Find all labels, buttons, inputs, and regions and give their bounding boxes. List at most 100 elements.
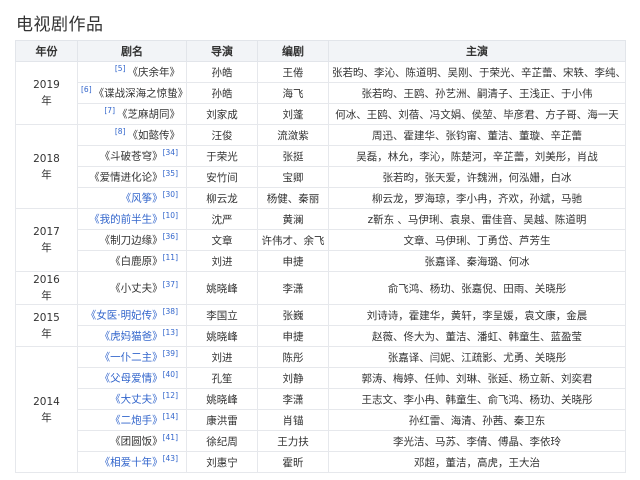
cast-cell: 张若昀，张天爱，许魏洲，何泓姗，白冰 [328,166,626,188]
table-row: 《风筝》[30] 柳云龙 杨健、秦丽 柳云龙，罗海琼，李小冉，齐欢，孙斌，马驰 [16,187,626,209]
header-director: 导演 [186,40,258,62]
table-row: [6] 《谍战深海之惊蛰》 孙皓 海飞 张若昀、王鸥、孙艺洲、嗣清子、王浅正、于小伟 [16,82,626,104]
writer-cell: 黄澜 [257,208,329,230]
year-cell: 2019 年 [15,61,78,125]
writer-cell: 杨健、秦丽 [257,187,329,209]
table-header-row: 年份 剧名 导演 编剧 主演 [15,40,626,62]
drama-title-link[interactable]: 《我的前半生》 [89,214,163,226]
writer-cell: 陈彤 [257,346,329,368]
reference-link[interactable]: [37] [163,280,178,289]
header-year: 年份 [15,40,78,62]
table-row: 《斗破苍穹》[34] 于荣光 张挺 吴磊，林允，李沁，陈楚河，辛芷蕾，刘美彤，肖战 [16,145,626,167]
drama-cell: 《斗破苍穹》[34] [77,145,187,167]
year-value: 2019 [33,79,60,91]
director-cell: 刘进 [186,346,258,368]
reference-link[interactable]: [13] [163,328,178,337]
table-row: 《白鹿原》[11] 刘进 申捷 张嘉译、秦海璐、何冰 [16,250,626,272]
reference-link[interactable]: [30] [163,190,178,199]
drama-cell: 《女医·明妃传》[38] [77,304,187,326]
writer-cell: 张巍 [257,304,329,326]
table-row: 《制刀边缘》[36] 文章 许伟才、余飞 文章、马伊琍、丁勇岱、芦芳生 [16,229,626,251]
director-cell: 刘进 [186,250,258,272]
reference-link[interactable]: [7] [104,106,115,115]
drama-title-link[interactable]: 《风筝》 [121,193,163,205]
reference-link[interactable]: [5] [115,64,126,73]
writer-cell: 许伟才、余飞 [257,229,329,251]
table-row: 《二炮手》[14] 康洪雷 肖锚 孙红雷、海清、孙茜、秦卫东 [16,409,626,431]
reference-link[interactable]: [34] [163,148,178,157]
cast-cell: 张若昀、李沁、陈道明、吴刚、于荣光、辛芷蕾、宋轶、李纯、肖战 [328,61,626,83]
drama-cell: [7] 《芝麻胡同》 [77,103,187,125]
reference-link[interactable]: [38] [163,307,178,316]
writer-cell: 海飞 [257,82,329,104]
reference-link[interactable]: [6] [81,85,92,94]
drama-title-link[interactable]: 《二炮手》 [110,415,163,427]
writer-cell: 刘静 [257,367,329,389]
cast-cell: 张若昀、王鸥、孙艺洲、嗣清子、王浅正、于小伟 [328,82,626,104]
drama-title: 《爱情进化论》 [89,171,163,184]
table-row: 《相爱十年》[43] 刘惠宁 霍昕 邓超，董洁，高虎，王大治 [16,451,626,473]
drama-cell: 《制刀边缘》[36] [77,229,187,251]
writer-cell: 李潇 [257,271,329,305]
table-row: 2016 年《小丈夫》[37] 姚晓峰 李潇 俞飞鸿、杨玏、张嘉倪、田雨、关晓彤 [15,271,626,305]
year-cell: 2018 年 [15,124,78,209]
drama-title: 《白鹿原》 [110,255,163,268]
drama-cell: 《风筝》[30] [77,187,187,209]
drama-title: 《如懿传》 [127,129,181,142]
year-suffix: 年 [41,168,52,181]
drama-cell: 《我的前半生》[10] [77,208,187,230]
reference-link[interactable]: [40] [163,370,178,379]
drama-title: 《斗破苍穹》 [99,150,163,163]
reference-link[interactable]: [11] [163,253,178,262]
reference-link[interactable]: [41] [163,433,178,442]
director-cell: 孙皓 [186,61,258,83]
reference-link[interactable]: [36] [163,232,178,241]
cast-cell: 王志文、李小冉、韩童生、俞飞鸿、杨玏、关晓彤 [328,388,626,410]
table-row: 2015 年《女医·明妃传》[38] 李国立 张巍 刘诗诗，霍建华，黄轩，李呈媛，袁文康… [15,304,626,347]
tv-works-table: 年份 剧名 导演 编剧 主演 2019 年 [5] 《庆余年》 孙皓 王倦 张若昀、李沁、陈… [15,40,626,473]
cast-cell: 刘诗诗，霍建华，黄轩，李呈媛，袁文康，金晨 [328,304,626,326]
cast-cell: 张嘉译、闫妮、江疏影、尤勇、关晓彤 [328,346,626,368]
year-cell: 2015 年 [15,304,78,347]
drama-cell: 《一仆二主》[39] [77,346,187,368]
reference-link[interactable]: [12] [163,391,178,400]
writer-cell: 王倦 [257,61,329,83]
drama-title: 《庆余年》 [127,66,181,79]
drama-title-link[interactable]: 《相爱十年》 [100,457,163,469]
drama-title: 《团圆饭》 [110,435,163,448]
reference-link[interactable]: [14] [163,412,178,421]
drama-title-link[interactable]: 《虎妈猫爸》 [100,331,163,343]
drama-title: 《芝麻胡同》 [117,108,180,121]
reference-link[interactable]: [8] [115,127,126,136]
drama-cell: 《爱情进化论》[35] [77,166,187,188]
table-row: 《虎妈猫爸》[13] 姚晓峰 申捷 赵薇、佟大为、董洁、潘虹、韩童生、蓝盈莹 [16,325,626,347]
cast-cell: 俞飞鸿、杨玏、张嘉倪、田雨、关晓彤 [328,271,626,305]
cast-cell: 李光洁、马苏、李倩、傅晶、李依玲 [328,430,626,452]
drama-cell: 《大丈夫》[12] [77,388,187,410]
cast-cell: 郭涛、梅婷、任帅、刘琳、张延、杨立新、刘奕君 [328,367,626,389]
cast-cell: 柳云龙，罗海琼，李小冉，齐欢，孙斌，马驰 [328,187,626,209]
year-cell: 2017 年 [15,208,78,272]
director-cell: 沈严 [186,208,258,230]
drama-cell: 《二炮手》[14] [77,409,187,431]
writer-cell: 霍昕 [257,451,329,473]
reference-link[interactable]: [39] [163,349,178,358]
director-cell: 安竹间 [186,166,258,188]
year-value: 2015 [33,311,60,324]
reference-link[interactable]: [35] [163,169,178,178]
drama-title-link[interactable]: 《一仆二主》 [100,352,163,364]
year-suffix: 年 [41,290,52,302]
writer-cell: 刘蓬 [257,103,329,125]
writer-cell: 王力扶 [257,430,329,452]
cast-cell: 邓超，董洁，高虎，王大治 [328,451,626,473]
drama-title: 《制刀边缘》 [99,234,163,247]
reference-link[interactable]: [43] [163,454,178,463]
reference-link[interactable]: [10] [163,211,178,220]
drama-title-link[interactable]: 《父母爱情》 [100,373,163,385]
header-cast: 主演 [328,40,626,62]
drama-title-link[interactable]: 《大丈夫》 [110,394,163,406]
header-writer: 编剧 [257,40,329,62]
year-suffix: 年 [41,95,52,107]
director-cell: 姚晓峰 [186,325,258,347]
drama-title-link[interactable]: 《女医·明妃传》 [86,310,163,322]
